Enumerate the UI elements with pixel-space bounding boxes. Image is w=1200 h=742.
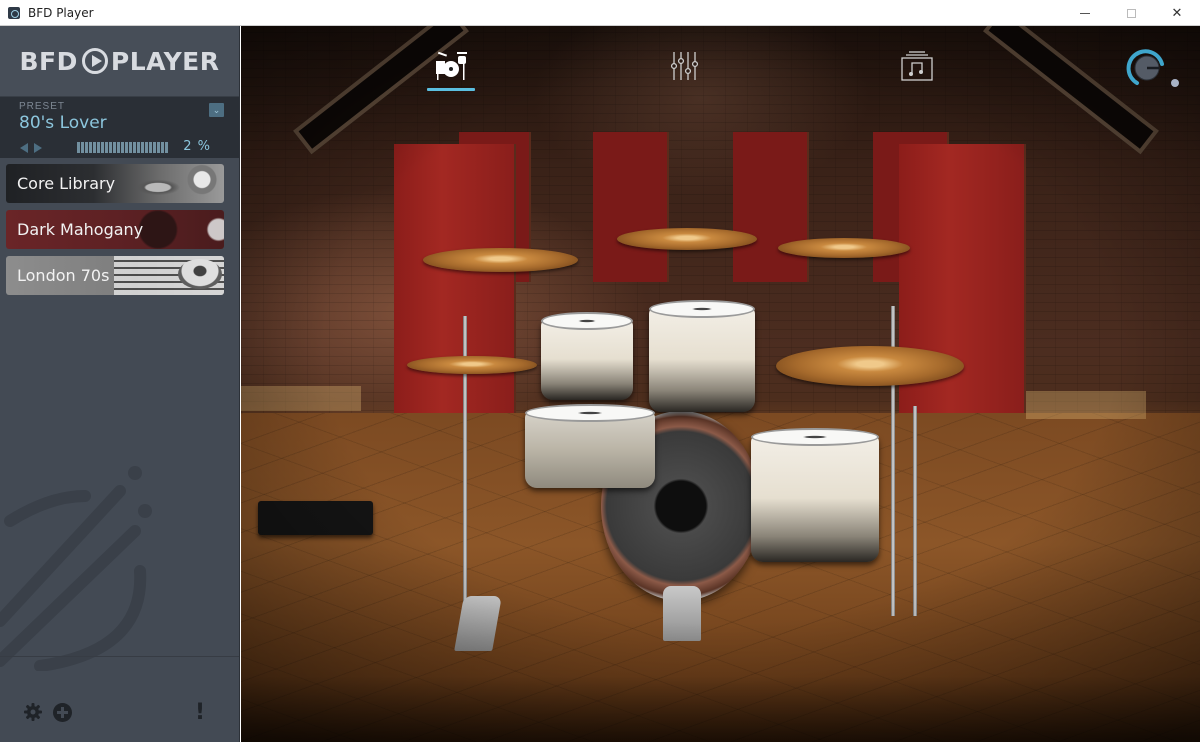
tab-mixer[interactable] (661, 50, 709, 94)
tab-grooves[interactable] (893, 50, 941, 94)
maximize-icon (1126, 8, 1136, 18)
mixer-faders-icon (670, 52, 699, 80)
kit-label: Core Library (17, 174, 116, 193)
window-titlebar: BFD Player ✕ (0, 0, 1200, 26)
logo-area: BFD PLAYER (0, 26, 239, 96)
add-content-plus-icon[interactable] (53, 703, 72, 722)
preset-menu-button[interactable]: ⌄ (209, 103, 224, 117)
tab-drum-kit[interactable] (427, 50, 475, 94)
minimize-button[interactable] (1062, 0, 1108, 26)
sidebar: BFD PLAYER PRESET 80's Lover ⌄ 2 % Core … (0, 26, 240, 742)
ride-cymbal[interactable] (776, 346, 964, 386)
kit-label: London 70s (17, 266, 110, 285)
ride-cymbal-center[interactable] (617, 228, 757, 250)
hihat-cymbal[interactable] (407, 356, 537, 374)
play-logo-icon (81, 48, 108, 74)
close-icon: ✕ (1171, 5, 1183, 20)
load-progress-text: 2 % (183, 139, 211, 154)
kit-item-core-library[interactable]: Core Library (6, 164, 224, 203)
knob-indicator-dot (1171, 79, 1179, 87)
drum-kit-stage[interactable] (241, 26, 1200, 742)
cymbal-stand (913, 406, 917, 616)
logo-text-player: PLAYER (110, 46, 220, 76)
maximize-button[interactable] (1108, 0, 1154, 26)
sidebar-footer: ! (0, 692, 239, 742)
floor-light-patch (1026, 391, 1146, 419)
chevron-down-icon: ⌄ (212, 104, 221, 115)
kit-item-dark-mahogany[interactable]: Dark Mahogany (6, 210, 224, 249)
snare-drum[interactable] (525, 404, 655, 488)
settings-gear-icon[interactable] (23, 702, 43, 722)
sidebar-divider (0, 656, 239, 657)
kit-thumbnail (114, 256, 224, 295)
minimize-icon (1080, 12, 1090, 14)
drum-head (525, 404, 655, 422)
tom-1[interactable] (541, 312, 633, 400)
stage-box (258, 501, 373, 535)
logo-text-bfd: BFD (19, 46, 78, 76)
kit-list: Core Library Dark Mahogany London 70s (0, 158, 239, 295)
kick-pedal[interactable] (663, 586, 701, 641)
bfd-player-logo: BFD PLAYER (19, 47, 219, 76)
acoustic-panel (733, 132, 807, 282)
crash-cymbal[interactable] (423, 248, 578, 272)
kit-label: Dark Mahogany (17, 220, 144, 239)
preset-navigation (20, 143, 42, 153)
floor-tom[interactable] (751, 428, 879, 562)
active-tab-indicator (427, 88, 475, 91)
previous-preset-button[interactable] (20, 143, 28, 153)
crash-cymbal-right[interactable] (778, 238, 910, 258)
drum-head (751, 428, 879, 446)
close-button[interactable]: ✕ (1154, 0, 1200, 26)
preset-name[interactable]: 80's Lover (19, 113, 239, 133)
preset-label: PRESET (19, 101, 66, 112)
kit-thumbnail (114, 164, 224, 203)
kit-item-london-70s[interactable]: London 70s (6, 256, 224, 295)
drum-kit-icon (436, 51, 467, 80)
master-volume-knob[interactable] (1125, 46, 1167, 88)
floor-light-patch (241, 386, 361, 411)
acoustic-panel (593, 132, 667, 282)
drum-head (541, 312, 633, 330)
watermark-logo-icon (0, 466, 152, 671)
tom-2[interactable] (649, 300, 755, 412)
drum-head (649, 300, 755, 318)
music-note-library-icon (901, 51, 933, 81)
load-progress-meter (77, 142, 169, 153)
window-controls: ✕ (1062, 0, 1200, 26)
app-icon (8, 6, 20, 19)
preset-panel: PRESET 80's Lover ⌄ 2 % (0, 96, 239, 158)
alert-exclamation-icon[interactable]: ! (195, 700, 205, 725)
window-title: BFD Player (28, 5, 94, 20)
next-preset-button[interactable] (34, 143, 42, 153)
